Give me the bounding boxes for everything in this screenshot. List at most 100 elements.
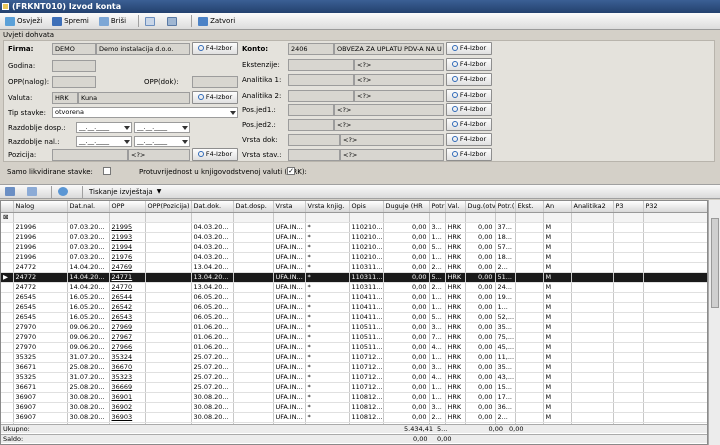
column-filter-cell[interactable]: [233, 212, 274, 223]
posjed2-f4-button[interactable]: F4-Izbor: [446, 118, 492, 131]
vrsta-dok-f4-button[interactable]: F4-Izbor: [446, 133, 492, 146]
opp-dok-field[interactable]: [192, 76, 238, 88]
godina-field[interactable]: [52, 60, 96, 72]
razdoblje-dosp-from[interactable]: __.__.____: [76, 122, 132, 133]
column-header[interactable]: Dat.dosp.: [233, 201, 274, 213]
report-print-button[interactable]: Tiskanje izvještaja ▼: [87, 184, 163, 199]
pozicija-code-field[interactable]: [52, 149, 128, 161]
close-button[interactable]: Zatvori: [196, 14, 237, 29]
save-button[interactable]: Spremi: [50, 14, 91, 29]
column-filter-cell[interactable]: [109, 212, 146, 223]
column-filter-cell[interactable]: [67, 212, 110, 223]
table-row[interactable]: 36907 30.08.20... 36903 30.08.20... UFA.IN..…: [1, 412, 707, 423]
table-row[interactable]: 21996 07.03.20... 21993 04.03.20... UFA.IN..…: [1, 232, 707, 243]
table-cell[interactable]: 26544: [109, 292, 146, 303]
table-row[interactable]: 35325 31.07.20... 35323 25.07.20... UFA.IN..…: [1, 372, 707, 383]
table-row[interactable]: 27970 09.06.20... 27969 01.06.20... UFA.IN..…: [1, 322, 707, 333]
table-row[interactable]: 24772 14.04.20... 24769 13.04.20... UFA.IN..…: [1, 262, 707, 273]
table-row[interactable]: 24772 14.04.20... 24770 13.04.20... UFA.IN..…: [1, 282, 707, 293]
column-header[interactable]: P32: [643, 201, 707, 213]
column-header[interactable]: Vrsta knjig.: [305, 201, 350, 213]
delete-button[interactable]: Briši: [97, 14, 128, 29]
vertical-scrollbar[interactable]: [708, 200, 720, 445]
firma-f4-button[interactable]: F4-Izbor: [192, 42, 238, 55]
table-cell[interactable]: 24770: [109, 282, 146, 293]
table-cell[interactable]: 26542: [109, 302, 146, 313]
column-header[interactable]: OPP: [109, 201, 146, 213]
table-cell[interactable]: 27966: [109, 342, 146, 353]
copy-button[interactable]: [143, 14, 159, 29]
valuta-f4-button[interactable]: F4-Izbor: [192, 91, 238, 104]
konto-code-field[interactable]: 2406: [288, 43, 334, 55]
table-row[interactable]: 36671 25.08.20... 36670 25.07.20... UFA.IN..…: [1, 362, 707, 373]
vrsta-stav-f4-button[interactable]: F4-Izbor: [446, 148, 492, 161]
print-button[interactable]: [165, 14, 181, 29]
column-filter-cell[interactable]: [613, 212, 644, 223]
analitika1-f4-button[interactable]: F4-Izbor: [446, 73, 492, 86]
ekstenzije-f4-button[interactable]: F4-Izbor: [446, 58, 492, 71]
grid-export-button[interactable]: [25, 184, 41, 199]
column-filter-cell[interactable]: [13, 212, 68, 223]
table-row[interactable]: 36907 30.08.20... 36901 30.08.20... UFA.IN..…: [1, 392, 707, 403]
analitika2-code-field[interactable]: [288, 90, 354, 102]
column-filter-cell[interactable]: [191, 212, 234, 223]
column-header[interactable]: Val.: [445, 201, 466, 213]
table-row[interactable]: 21996 07.03.20... 21995 04.03.20... UFA.IN..…: [1, 222, 707, 233]
analitika1-code-field[interactable]: [288, 74, 354, 86]
table-cell[interactable]: 21994: [109, 242, 146, 253]
table-row[interactable]: ▶ 24772 14.04.20... 24771 13.04.20... UFA.IN.…: [1, 272, 707, 283]
table-cell[interactable]: 21993: [109, 232, 146, 243]
refresh-button[interactable]: Osvježi: [3, 14, 44, 29]
column-header[interactable]: Dat.dok.: [191, 201, 234, 213]
table-cell[interactable]: 24771: [109, 272, 146, 283]
column-filter-cell[interactable]: [515, 212, 544, 223]
table-cell[interactable]: 24769: [109, 262, 146, 273]
protuvrijednost-checkbox[interactable]: ✓: [287, 167, 295, 175]
table-row[interactable]: 27970 09.06.20... 27966 01.06.20... UFA.IN..…: [1, 342, 707, 353]
analitika2-f4-button[interactable]: F4-Izbor: [446, 89, 492, 102]
table-row[interactable]: 36671 25.08.20... 36669 25.07.20... UFA.IN..…: [1, 382, 707, 393]
razdoblje-nal-from[interactable]: __.__.____: [76, 136, 132, 147]
table-row[interactable]: 21996 07.03.20... 21976 04.03.20... UFA.IN..…: [1, 252, 707, 263]
column-filter-cell[interactable]: [495, 212, 516, 223]
table-cell[interactable]: 27967: [109, 332, 146, 343]
table-row[interactable]: 21996 07.03.20... 21994 04.03.20... UFA.IN..…: [1, 242, 707, 253]
table-cell[interactable]: 26543: [109, 312, 146, 323]
scrollbar-thumb[interactable]: [711, 218, 719, 308]
posjed2-code-field[interactable]: [288, 119, 334, 131]
opp-nalog-field[interactable]: [52, 76, 96, 88]
grid-layout-button[interactable]: [3, 184, 19, 199]
column-header[interactable]: Potr.(: [495, 201, 516, 213]
ekstenzije-code-field[interactable]: [288, 59, 354, 71]
table-cell[interactable]: 21995: [109, 222, 146, 233]
razdoblje-dosp-to[interactable]: __.__.____: [134, 122, 190, 133]
column-filter-cell[interactable]: [349, 212, 384, 223]
column-header[interactable]: Duguje (HR: [383, 201, 430, 213]
column-header[interactable]: An: [543, 201, 572, 213]
firma-code-field[interactable]: DEMO: [52, 43, 96, 55]
column-filter-cell[interactable]: [445, 212, 466, 223]
posjed1-f4-button[interactable]: F4-Izbor: [446, 103, 492, 116]
posjed1-code-field[interactable]: [288, 104, 334, 116]
table-row[interactable]: 35325 31.07.20... 35324 25.07.20... UFA.IN..…: [1, 352, 707, 363]
column-filter-cell[interactable]: [273, 212, 306, 223]
column-header[interactable]: OPP(Pozicija): [145, 201, 192, 213]
column-header[interactable]: Nalog: [13, 201, 68, 213]
table-cell[interactable]: 36669: [109, 382, 146, 393]
column-header[interactable]: Dug.(otv: [465, 201, 496, 213]
column-header[interactable]: Vrsta: [273, 201, 306, 213]
table-row[interactable]: 26545 16.05.20... 26543 06.05.20... UFA.IN..…: [1, 312, 707, 323]
table-row[interactable]: 26545 16.05.20... 26544 06.05.20... UFA.IN..…: [1, 292, 707, 303]
grid-refresh-button[interactable]: [56, 184, 72, 199]
column-header[interactable]: Analitika2: [571, 201, 614, 213]
column-filter-cell[interactable]: [643, 212, 707, 223]
table-row[interactable]: 26545 16.05.20... 26542 06.05.20... UFA.IN..…: [1, 302, 707, 313]
table-cell[interactable]: 36902: [109, 402, 146, 413]
column-header[interactable]: Dat.nal.: [67, 201, 110, 213]
table-cell[interactable]: 36901: [109, 392, 146, 403]
valuta-code-field[interactable]: HRK: [52, 92, 78, 104]
pozicija-f4-button[interactable]: F4-Izbor: [192, 148, 238, 161]
table-row[interactable]: 27970 09.06.20... 27967 01.06.20... UFA.IN..…: [1, 332, 707, 343]
column-filter-cell[interactable]: [543, 212, 572, 223]
column-filter-cell[interactable]: [465, 212, 496, 223]
